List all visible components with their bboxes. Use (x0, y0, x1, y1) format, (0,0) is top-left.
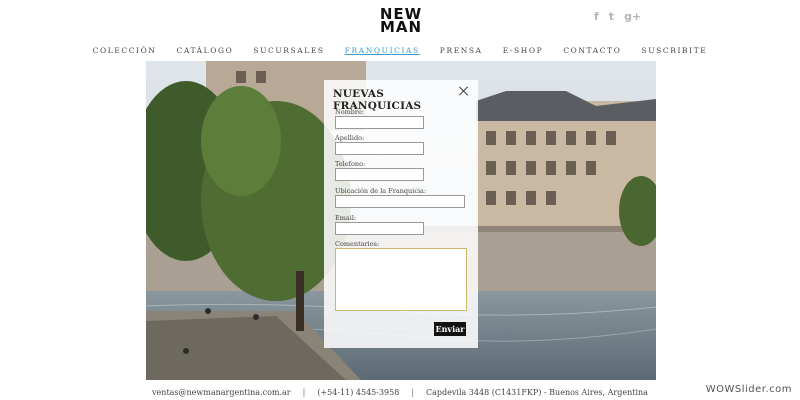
nav-item-eshop[interactable]: E-SHOP (503, 46, 544, 55)
ubicacion-label: Ubicación de la Franquicia: (335, 187, 427, 195)
twitter-icon[interactable]: t (609, 10, 614, 23)
enviar-button[interactable]: Enviar (434, 322, 466, 336)
apellido-label: Apellido: (335, 134, 365, 142)
email-field[interactable] (335, 222, 424, 235)
footer-phone: (+54-11) 4545-3958 (317, 388, 400, 397)
comentarios-label: Comentarios: (335, 240, 380, 248)
footer: ventas@newmanargentina.com.ar | (+54-11)… (0, 388, 800, 397)
logo-bottom-text: MAN (379, 18, 423, 36)
main-nav: COLECCIÓN CATÁLOGO SUCURSALES FRANQUICIA… (0, 46, 800, 55)
nav-item-contacto[interactable]: CONTACTO (563, 46, 621, 55)
email-label: Email: (335, 214, 357, 222)
nav-item-catalogo[interactable]: CATÁLOGO (177, 46, 234, 55)
google-plus-icon[interactable]: g+ (624, 10, 641, 23)
comentarios-field[interactable] (335, 248, 467, 311)
nav-item-sucursales[interactable]: SUCURSALES (253, 46, 324, 55)
footer-email[interactable]: ventas@newmanargentina.com.ar (152, 388, 291, 397)
social-links: f t g+ (594, 10, 641, 23)
telefono-field[interactable] (335, 168, 424, 181)
telefono-label: Telefono: (335, 160, 366, 168)
nav-item-suscribite[interactable]: SUSCRIBITE (641, 46, 707, 55)
nav-item-coleccion[interactable]: COLECCIÓN (93, 46, 157, 55)
ubicacion-field[interactable] (335, 195, 465, 208)
nombre-label: Nombre: (335, 108, 365, 116)
apellido-field[interactable] (335, 142, 424, 155)
watermark: WOWSlider.com (703, 383, 794, 396)
close-icon[interactable] (459, 86, 469, 96)
nav-item-franquicias[interactable]: FRANQUICIAS (345, 46, 420, 55)
nav-item-prensa[interactable]: PRENSA (440, 46, 483, 55)
footer-separator: | (411, 388, 415, 397)
brand-logo[interactable]: NEW MAN (366, 7, 436, 36)
facebook-icon[interactable]: f (594, 10, 599, 23)
footer-address: Capdevila 3448 (C1431FKP) - Buenos Aires… (426, 388, 648, 397)
nombre-field[interactable] (335, 116, 424, 129)
franchise-modal: NUEVAS FRANQUICIAS Nombre: Apellido: Tel… (324, 80, 478, 348)
footer-separator: | (302, 388, 306, 397)
